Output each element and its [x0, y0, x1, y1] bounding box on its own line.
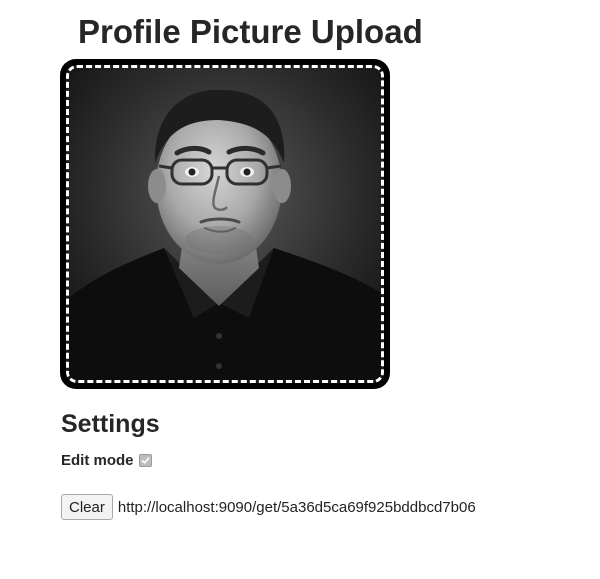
- edit-mode-checkbox[interactable]: [138, 454, 152, 467]
- action-row: Clear http://localhost:9090/get/5a36d5ca…: [61, 494, 476, 520]
- page-title: Profile Picture Upload: [78, 13, 423, 50]
- profile-picture: [69, 68, 381, 380]
- edit-mode-toggle[interactable]: Edit mode: [61, 452, 152, 469]
- profile-picture-dropzone[interactable]: [60, 59, 390, 389]
- clear-button[interactable]: Clear: [61, 494, 113, 520]
- profile-picture-frame: [66, 65, 384, 383]
- check-icon: [141, 457, 149, 464]
- image-url: http://localhost:9090/get/5a36d5ca69f925…: [117, 498, 476, 516]
- settings-heading: Settings: [61, 410, 160, 438]
- edit-mode-label: Edit mode: [61, 452, 134, 469]
